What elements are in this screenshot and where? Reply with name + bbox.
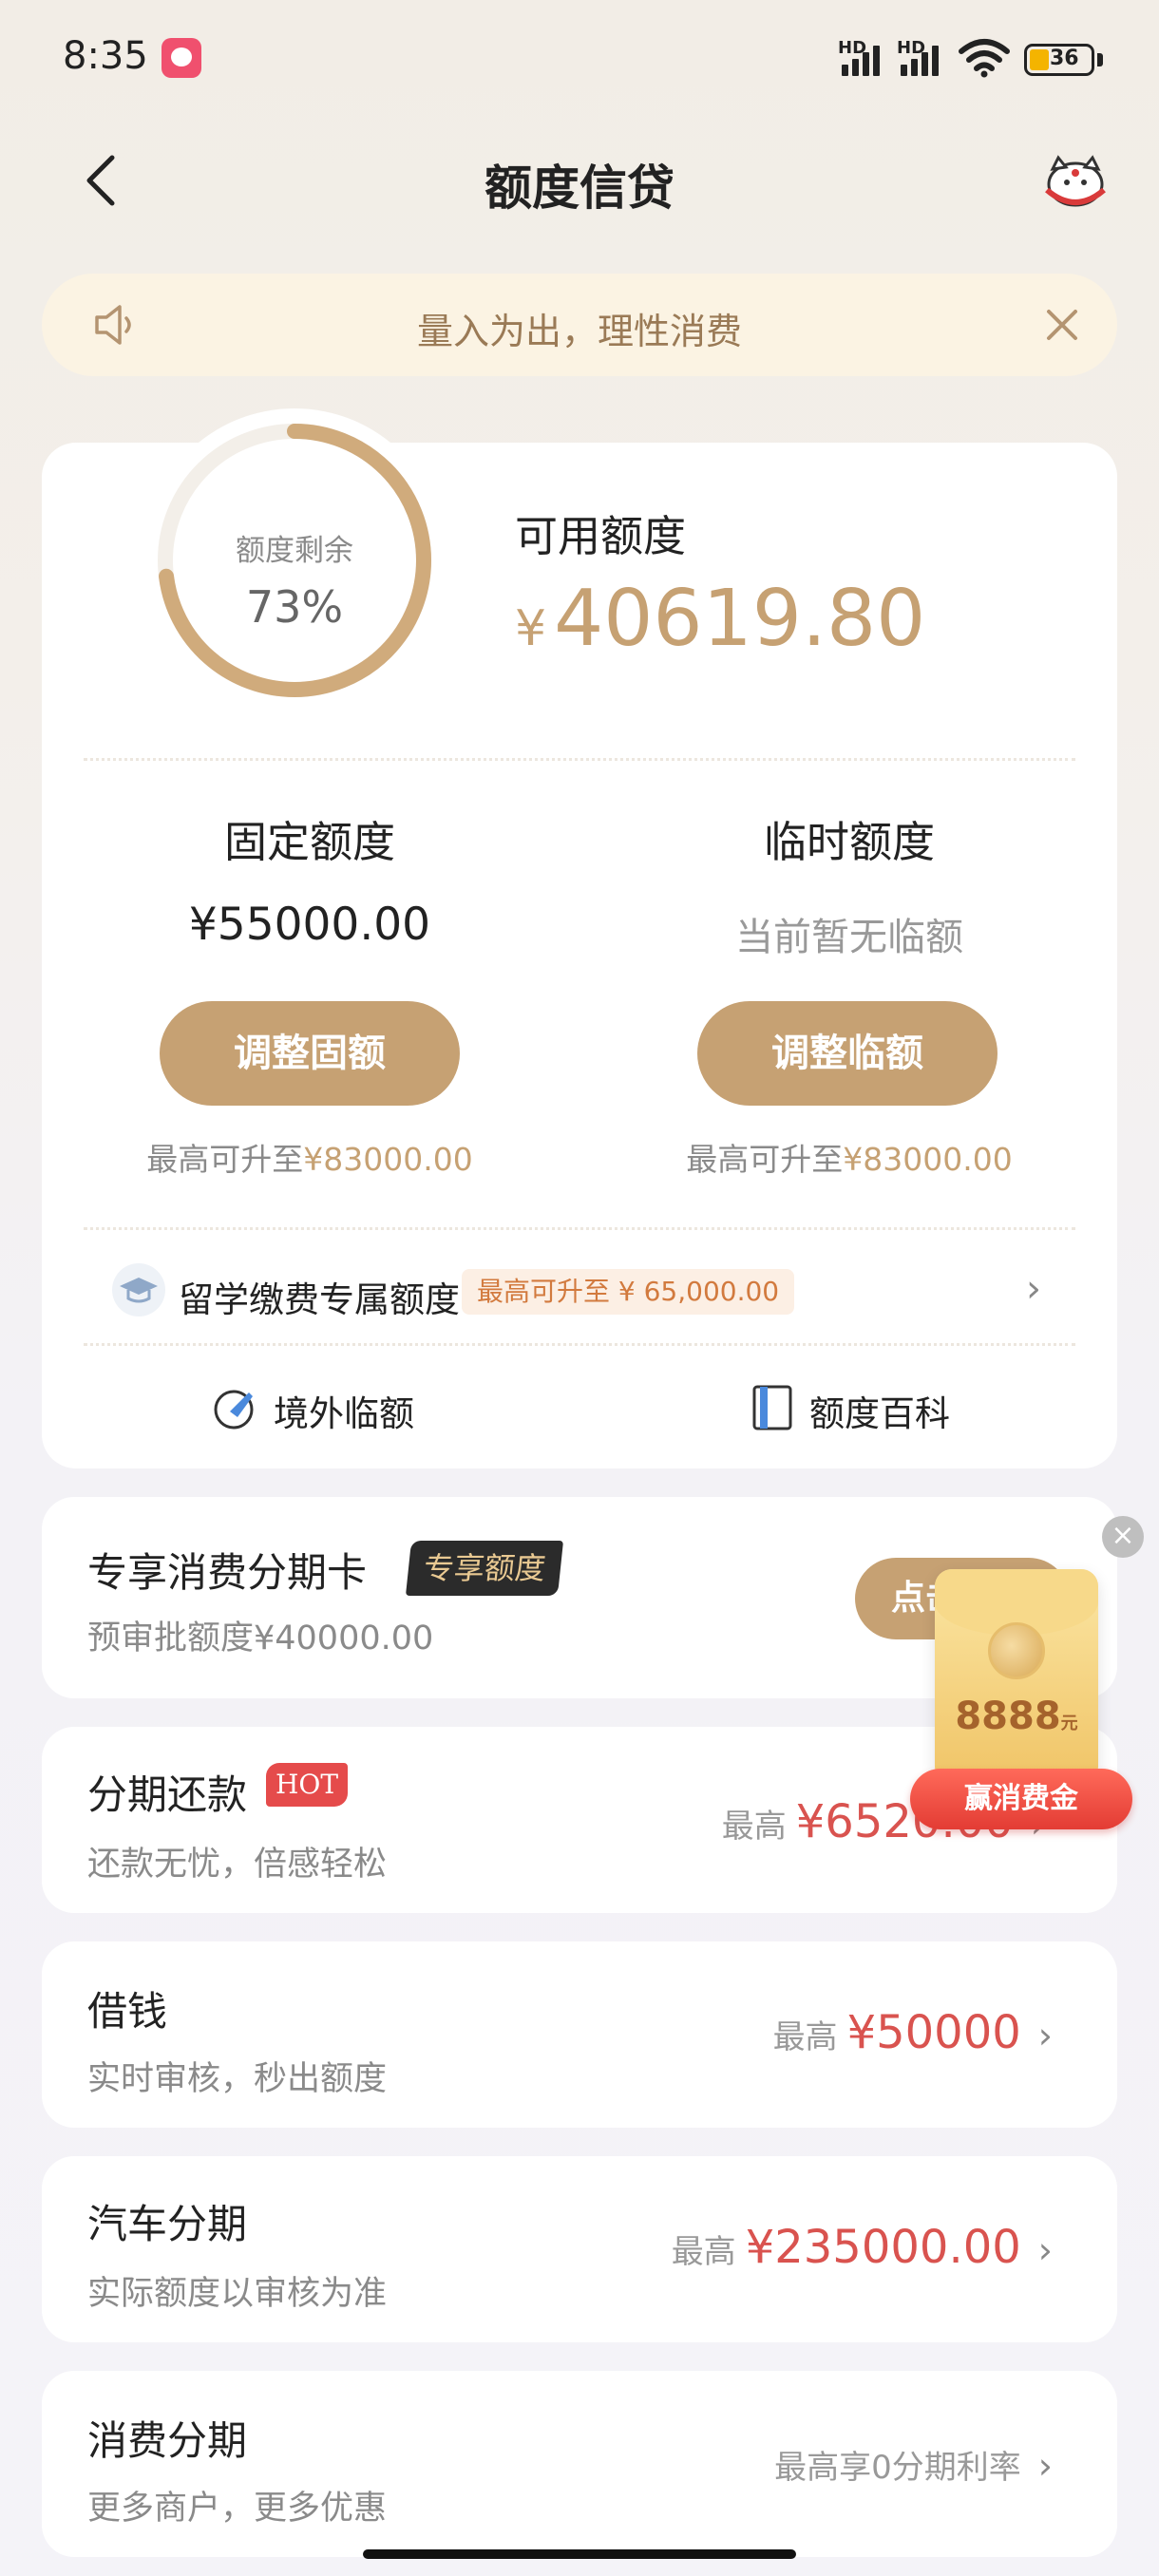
temporary-value: 当前暂无临额 <box>735 916 963 959</box>
fixed-hint-amount: ¥83000.00 <box>303 1141 473 1178</box>
fixed-value: ¥55000.00 <box>188 899 431 951</box>
signal-icon-2 <box>901 44 946 76</box>
installment-prefix: 最高 <box>721 1808 787 1846</box>
coin-icon <box>988 1622 1045 1679</box>
car-right: 最高 ¥235000.00 › <box>570 2221 1053 2274</box>
consumer-right-text: 最高享0分期利率 <box>774 2449 1021 2487</box>
page-title: 额度信贷 <box>484 161 674 216</box>
promo-amount-number: 8888 <box>955 1695 1061 1738</box>
temporary-hint: 最高可升至¥83000.00 <box>612 1134 1087 1180</box>
currency-symbol: ¥ <box>515 600 547 657</box>
battery-tip <box>1097 53 1103 66</box>
installment-title: 分期还款 <box>87 1771 248 1818</box>
car-title: 汽车分期 <box>87 2201 248 2247</box>
notice-bar: 量入为出，理性消费 <box>42 274 1117 376</box>
borrow-right: 最高 ¥50000 › <box>665 2006 1053 2059</box>
available-label: 可用额度 <box>515 511 687 561</box>
red-envelope-promo[interactable]: 8888元 <box>935 1569 1098 1784</box>
exclusive-title: 专享消费分期卡 <box>87 1549 368 1596</box>
promo-label[interactable]: 赢消费金 <box>910 1769 1132 1829</box>
exclusive-tag: 专享额度 <box>405 1541 564 1596</box>
app-notification-icon <box>162 38 201 78</box>
signal-icon <box>842 44 887 76</box>
chevron-right-icon: › <box>1037 2445 1053 2487</box>
overseas-temp-label[interactable]: 境外临额 <box>274 1385 414 1436</box>
car-amount: ¥235000.00 <box>745 2221 1021 2274</box>
borrow-title: 借钱 <box>87 1988 168 2035</box>
chevron-right-icon: › <box>1026 1267 1041 1311</box>
book-icon[interactable] <box>750 1383 794 1432</box>
remaining-percent: 73% <box>245 581 344 633</box>
borrow-prefix: 最高 <box>772 2018 838 2056</box>
battery-icon: 36 <box>1024 44 1094 76</box>
divider <box>84 758 1075 761</box>
divider-3 <box>84 1343 1075 1346</box>
promo-amount-unit: 元 <box>1060 1714 1078 1733</box>
promo-close-icon[interactable]: × <box>1102 1516 1144 1558</box>
available-amount: 40619.80 <box>554 574 926 664</box>
exclusive-sub: 预审批额度¥40000.00 <box>87 1619 434 1657</box>
close-icon[interactable] <box>1041 304 1083 346</box>
borrow-sub: 实时审核，秒出额度 <box>87 2060 388 2098</box>
temporary-title: 临时额度 <box>763 817 935 867</box>
hot-badge: HOT <box>266 1763 348 1807</box>
consumer-title: 消费分期 <box>87 2417 248 2464</box>
fixed-hint-prefix: 最高可升至 <box>146 1141 304 1178</box>
graduation-cap-icon <box>112 1263 165 1316</box>
credit-wiki-label[interactable]: 额度百科 <box>809 1385 950 1436</box>
borrow-amount: ¥50000 <box>846 2006 1021 2059</box>
chevron-right-icon: › <box>1037 2229 1053 2271</box>
wifi-icon <box>959 39 1010 78</box>
temporary-hint-amount: ¥83000.00 <box>843 1141 1013 1178</box>
battery-level: 36 <box>1050 47 1079 70</box>
fixed-title: 固定额度 <box>223 817 395 867</box>
adjust-fixed-button[interactable]: 调整固额 <box>160 1001 460 1106</box>
adjust-temporary-button[interactable]: 调整临额 <box>697 1001 998 1106</box>
chevron-right-icon: › <box>1037 2015 1053 2056</box>
mascot-service-icon[interactable] <box>1041 152 1110 211</box>
installment-sub: 还款无忧，倍感轻松 <box>87 1846 388 1884</box>
promo-amount: 8888元 <box>935 1695 1098 1738</box>
divider-2 <box>84 1227 1075 1230</box>
study-credit-label: 留学缴费专属额度 <box>179 1279 460 1320</box>
fixed-hint: 最高可升至¥83000.00 <box>72 1134 547 1180</box>
home-indicator[interactable] <box>363 2549 796 2559</box>
consumer-sub: 更多商户，更多优惠 <box>87 2490 388 2528</box>
remaining-label: 额度剩余 <box>236 534 353 568</box>
temporary-hint-prefix: 最高可升至 <box>686 1141 844 1178</box>
consumer-right: 最高享0分期利率 › <box>665 2441 1053 2488</box>
car-prefix: 最高 <box>671 2233 736 2271</box>
car-sub: 实际额度以审核为准 <box>87 2275 388 2313</box>
status-time: 8:35 <box>63 34 148 78</box>
available-value: ¥40619.80 <box>515 574 925 664</box>
notice-text: 量入为出，理性消费 <box>416 311 742 352</box>
globe-plane-icon[interactable] <box>211 1383 260 1432</box>
study-credit-tag: 最高可升至 ¥ 65,000.00 <box>462 1269 795 1315</box>
